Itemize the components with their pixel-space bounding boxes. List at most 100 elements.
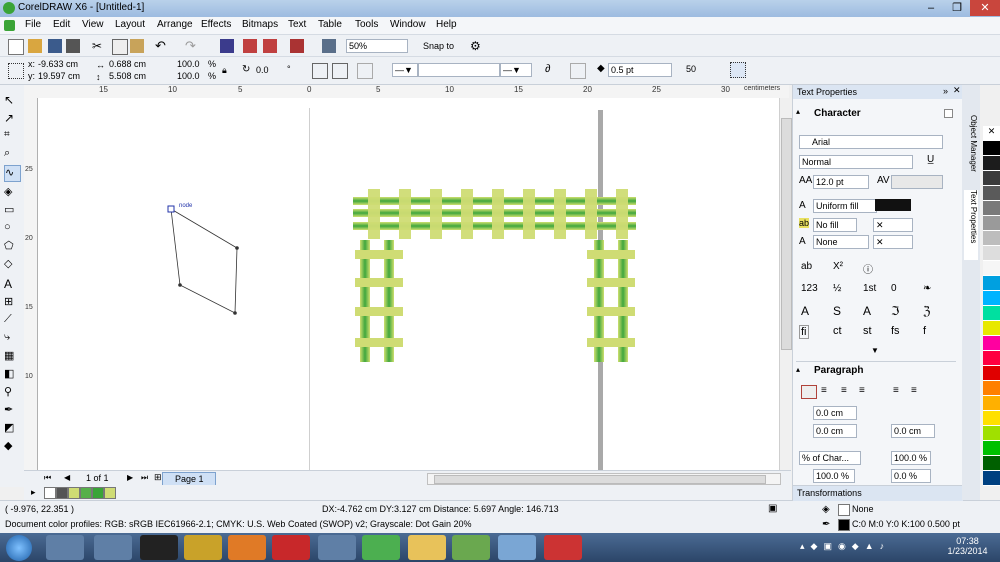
- gate-design[interactable]: [353, 189, 636, 362]
- curve-smoothness-field[interactable]: 50: [684, 63, 706, 75]
- taskbar-app-firefox[interactable]: [228, 535, 266, 560]
- maximize-button[interactable]: ❐: [944, 0, 970, 16]
- x-position-field[interactable]: -9.633 cm: [36, 58, 92, 70]
- outline-width-field[interactable]: 0.5 pt: [608, 63, 672, 77]
- taskbar-app-acrobat[interactable]: [544, 535, 582, 560]
- color-swatch[interactable]: [104, 487, 116, 499]
- menu-arrange[interactable]: Arrange: [157, 19, 193, 30]
- smart-fill-tool-icon[interactable]: ◈: [4, 185, 19, 200]
- color-swatch[interactable]: [983, 411, 1000, 426]
- polygon-tool-icon[interactable]: ⬠: [4, 239, 19, 254]
- right-indent-field[interactable]: 0.0 cm: [891, 424, 935, 438]
- color-swatch[interactable]: [983, 171, 1000, 186]
- menu-text[interactable]: Text: [288, 19, 306, 30]
- close-button[interactable]: ✕: [970, 0, 1000, 16]
- color-swatch[interactable]: [983, 381, 1000, 396]
- swash-icon[interactable]: A: [801, 304, 809, 318]
- align-left-icon[interactable]: ≡: [821, 385, 827, 396]
- section-option-check[interactable]: [944, 109, 953, 118]
- color-swatch[interactable]: [983, 306, 1000, 321]
- color-swatch[interactable]: [983, 156, 1000, 171]
- first-line-indent-field[interactable]: 0.0 cm: [813, 424, 857, 438]
- numerals-icon[interactable]: 123: [801, 283, 818, 294]
- redo-icon[interactable]: ↷: [185, 38, 199, 53]
- contextual-icon[interactable]: ℑ: [891, 304, 899, 318]
- pick-tool-icon[interactable]: ↖: [4, 93, 19, 108]
- color-swatch[interactable]: [983, 351, 1000, 366]
- add-page-icon[interactable]: ⊞: [154, 472, 162, 483]
- object-origin-icon[interactable]: [8, 63, 24, 79]
- color-swatch[interactable]: [983, 441, 1000, 456]
- next-page-button[interactable]: ▶: [127, 473, 133, 482]
- shape-tool-icon[interactable]: ↗: [4, 111, 19, 126]
- taskbar-app[interactable]: [318, 535, 356, 560]
- reduce-nodes-icon[interactable]: [570, 63, 586, 79]
- application-launcher-icon[interactable]: [290, 39, 304, 53]
- taskbar-app-paint[interactable]: [498, 535, 536, 560]
- scroll-thumb[interactable]: [434, 475, 766, 484]
- curve-node[interactable]: [235, 246, 239, 250]
- cut-icon[interactable]: ✂: [92, 39, 106, 53]
- font-list-dropdown[interactable]: Arial: [799, 135, 943, 149]
- transformations-header[interactable]: Transformations: [793, 485, 963, 501]
- font-style-dropdown[interactable]: Normal: [799, 155, 913, 169]
- curve-node[interactable]: [233, 311, 237, 315]
- mirror-horizontal-icon[interactable]: [312, 63, 328, 79]
- fill-color-swatch[interactable]: [875, 199, 911, 211]
- menu-tools[interactable]: Tools: [355, 19, 378, 30]
- taskbar-app[interactable]: [140, 535, 178, 560]
- taskbar-app[interactable]: [94, 535, 132, 560]
- open-icon[interactable]: [28, 39, 42, 53]
- color-swatch[interactable]: [983, 246, 1000, 261]
- fractions-icon[interactable]: ½: [833, 283, 841, 294]
- scale-height-field[interactable]: 100.0: [175, 70, 205, 82]
- wrap-text-icon[interactable]: [357, 63, 373, 79]
- connector-tool-icon[interactable]: ⤷: [4, 331, 19, 346]
- vertical-scrollbar[interactable]: [779, 98, 792, 470]
- text-tool-icon[interactable]: A: [4, 277, 19, 292]
- ordinals-icon[interactable]: 1st: [863, 283, 876, 294]
- tab-page-1[interactable]: Page 1: [162, 472, 216, 485]
- dimension-tool-icon[interactable]: ⟋: [4, 313, 19, 328]
- freehand-curve[interactable]: [167, 205, 239, 315]
- basic-shapes-tool-icon[interactable]: ◇: [4, 257, 19, 272]
- drawing-canvas[interactable]: node: [38, 98, 779, 470]
- export-icon[interactable]: [243, 39, 257, 53]
- before-paragraph-field[interactable]: 100.0 %: [813, 469, 855, 483]
- start-arrow-dropdown[interactable]: —▼: [392, 63, 418, 77]
- zoom-tool-icon[interactable]: ⌕: [4, 147, 19, 162]
- color-swatch[interactable]: [983, 321, 1000, 336]
- character-section-header[interactable]: ▴ Character: [796, 105, 956, 119]
- stylistic-set-icon[interactable]: S: [833, 304, 841, 318]
- blend-tool-icon[interactable]: ▦: [4, 349, 19, 364]
- fill-tool-icon[interactable]: ◩: [4, 421, 19, 436]
- paragraph-section-header[interactable]: ▴ Paragraph: [796, 361, 956, 376]
- start-button[interactable]: [6, 535, 32, 561]
- angle-field[interactable]: 0.0: [254, 64, 284, 76]
- options-icon[interactable]: ⚙: [470, 39, 484, 53]
- taskbar-app-coreldraw[interactable]: [452, 535, 490, 560]
- slashed-zero-icon[interactable]: 0: [891, 283, 897, 294]
- ligature-st-icon[interactable]: st: [863, 325, 872, 337]
- tab-text-properties[interactable]: Text Properties: [964, 190, 978, 260]
- no-color-swatch[interactable]: [44, 487, 56, 499]
- curve-node[interactable]: [178, 283, 182, 287]
- left-indent-field[interactable]: 0.0 cm: [813, 406, 857, 420]
- color-swatch[interactable]: [80, 487, 92, 499]
- rectangle-tool-icon[interactable]: ▭: [4, 203, 19, 218]
- clock[interactable]: 07:38 1/23/2014: [945, 536, 990, 556]
- background-fill-dropdown[interactable]: No fill: [813, 218, 857, 232]
- scroll-thumb[interactable]: [781, 118, 792, 350]
- copy-icon[interactable]: [112, 39, 128, 55]
- no-color-swatch[interactable]: ✕: [983, 126, 1000, 141]
- outline-color-swatch[interactable]: ✕: [873, 235, 913, 249]
- snap-to-dropdown[interactable]: Snap to: [423, 41, 454, 51]
- last-page-button[interactable]: ⏭: [141, 473, 148, 483]
- width-field[interactable]: 0.688 cm: [107, 58, 163, 70]
- taskbar-app-explorer[interactable]: [408, 535, 446, 560]
- first-page-button[interactable]: ⏮: [44, 473, 51, 483]
- interactive-fill-tool-icon[interactable]: ◆: [4, 439, 19, 454]
- minimize-button[interactable]: –: [918, 0, 944, 16]
- color-swatch[interactable]: [983, 231, 1000, 246]
- color-swatch[interactable]: [983, 216, 1000, 231]
